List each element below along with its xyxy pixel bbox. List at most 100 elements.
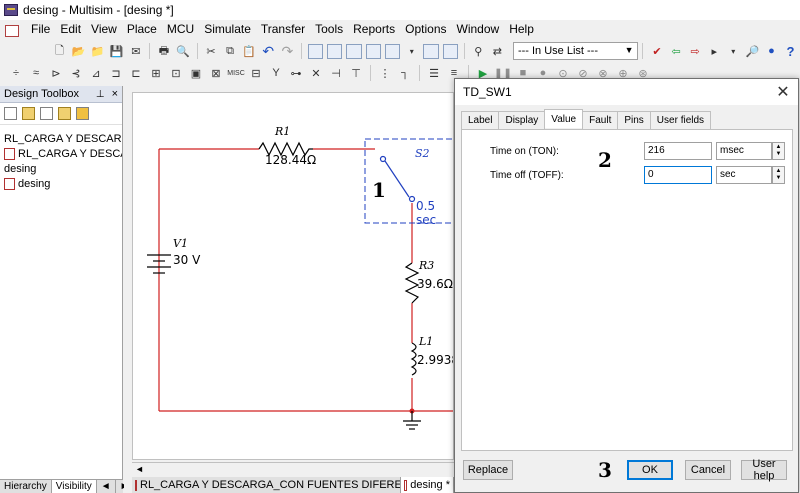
- folder-icon[interactable]: [58, 107, 71, 120]
- schematic-workspace[interactable]: R1 128.44Ω V1 30 V S2 0.5 sec R3 39.6Ω L…: [132, 92, 454, 460]
- tree-item-desing[interactable]: desing: [0, 161, 122, 176]
- tab-display[interactable]: Display: [498, 111, 546, 129]
- menu-window[interactable]: Window: [452, 20, 505, 39]
- misc-digital-icon[interactable]: ⊞: [147, 64, 165, 82]
- grapher-icon[interactable]: [384, 43, 401, 59]
- web-icon[interactable]: ●: [763, 42, 780, 60]
- time-on-input[interactable]: 216: [644, 142, 712, 160]
- redo-icon[interactable]: ↷: [279, 42, 296, 60]
- menu-simulate[interactable]: Simulate: [199, 20, 256, 39]
- menu-help[interactable]: Help: [504, 20, 539, 39]
- paste-icon[interactable]: 📋: [241, 42, 258, 60]
- tab-rl-carga[interactable]: RL_CARGA Y DESCARGA_CON FUENTES DIFERENT…: [132, 477, 402, 493]
- tab-visibility[interactable]: Visibility: [51, 480, 97, 493]
- help-button[interactable]: User help: [741, 458, 787, 482]
- menu-tools[interactable]: Tools: [310, 20, 348, 39]
- connector-icon[interactable]: ⊣: [327, 64, 345, 82]
- menu-mcu[interactable]: MCU: [162, 20, 199, 39]
- open-sample-icon[interactable]: 📁: [89, 42, 106, 60]
- close-icon[interactable]: ✕: [768, 82, 798, 102]
- in-use-list-select[interactable]: --- In Use List --- ▼: [512, 42, 639, 60]
- help-icon[interactable]: ?: [782, 42, 799, 60]
- tab-fault[interactable]: Fault: [582, 111, 619, 129]
- save-icon[interactable]: 💾: [108, 42, 125, 60]
- mcu-icon[interactable]: ⊤: [347, 64, 365, 82]
- cut-icon[interactable]: ✂: [202, 42, 219, 60]
- print-preview-icon[interactable]: 🔍: [174, 42, 191, 60]
- ttl-icon[interactable]: ⊐: [107, 64, 125, 82]
- dropdown-chevron-icon[interactable]: ▾: [403, 42, 420, 60]
- ok-button[interactable]: OK: [627, 460, 673, 480]
- ultiboard-icon[interactable]: ▸: [706, 42, 723, 60]
- pin-icon[interactable]: ⊥: [93, 89, 108, 100]
- horizontal-scrollbar[interactable]: ◄: [132, 462, 454, 476]
- print-icon[interactable]: 🖶: [155, 42, 172, 60]
- database-icon[interactable]: [346, 43, 362, 59]
- tab-scroll-left[interactable]: ◄: [97, 480, 116, 493]
- time-off-input[interactable]: 0: [644, 166, 712, 184]
- menu-transfer[interactable]: Transfer: [256, 20, 310, 39]
- menu-reports[interactable]: Reports: [348, 20, 400, 39]
- misc-icon[interactable]: MISC: [227, 64, 245, 82]
- spin-down-icon[interactable]: ▼: [776, 175, 782, 182]
- panel-splitter[interactable]: [124, 86, 132, 493]
- mail-icon[interactable]: ✉: [127, 42, 144, 60]
- tree-item-rl-carga-schematic[interactable]: RL_CARGA Y DESCAR: [0, 146, 122, 161]
- postprocessor-icon[interactable]: [442, 43, 458, 59]
- ni-component-icon[interactable]: ✕: [307, 64, 325, 82]
- grid-view-icon[interactable]: [307, 43, 324, 59]
- scroll-left-icon[interactable]: ◄: [135, 464, 144, 474]
- close-icon[interactable]: ×: [108, 88, 122, 100]
- tree-item-desing-schematic[interactable]: desing: [0, 176, 122, 191]
- menu-options[interactable]: Options: [400, 20, 451, 39]
- hierarchical-block-icon[interactable]: ⋮: [376, 64, 394, 82]
- component-list-icon[interactable]: ⚲: [470, 42, 487, 60]
- diode-icon[interactable]: ⊳: [47, 64, 65, 82]
- bus-icon[interactable]: ┐: [396, 64, 414, 82]
- open-folder-icon[interactable]: 📂: [70, 42, 87, 60]
- document-menu-icon[interactable]: [4, 23, 20, 37]
- back-annotate-icon[interactable]: ⇦: [668, 42, 685, 60]
- cmos-icon[interactable]: ⊏: [127, 64, 145, 82]
- tree-item-rl-carga[interactable]: RL_CARGA Y DESCARGA: [0, 131, 122, 146]
- indicator-icon[interactable]: ▣: [187, 64, 205, 82]
- electromechanical-icon[interactable]: ⊶: [287, 64, 305, 82]
- forward-annotate-icon[interactable]: ⇨: [687, 42, 704, 60]
- cancel-button[interactable]: Cancel: [685, 460, 731, 480]
- open-folder-icon[interactable]: [22, 107, 35, 120]
- dropdown-chevron-icon[interactable]: ▾: [725, 42, 742, 60]
- spin-up-icon[interactable]: ▲: [776, 144, 782, 151]
- menu-edit[interactable]: Edit: [55, 20, 86, 39]
- component-wizard-icon[interactable]: ⇄: [489, 42, 506, 60]
- time-off-unit-field[interactable]: sec: [716, 166, 772, 184]
- analog-icon[interactable]: ⊿: [87, 64, 105, 82]
- transistor-icon[interactable]: ⊰: [67, 64, 85, 82]
- save-icon[interactable]: [40, 107, 53, 120]
- breadboard-icon[interactable]: [423, 43, 439, 59]
- tab-label[interactable]: Label: [461, 111, 500, 129]
- time-off-unit-spinner[interactable]: ▲ ▼: [772, 166, 785, 184]
- tab-desing[interactable]: desing *: [401, 477, 454, 493]
- menu-view[interactable]: View: [86, 20, 122, 39]
- copy-icon[interactable]: ⧉: [222, 42, 239, 60]
- mixed-icon[interactable]: ⊡: [167, 64, 185, 82]
- tab-user-fields[interactable]: User fields: [649, 111, 712, 129]
- menu-file[interactable]: File: [26, 20, 55, 39]
- spreadsheet-icon[interactable]: [327, 43, 343, 59]
- spreadsheet-view-icon[interactable]: ☰: [425, 64, 443, 82]
- new-file-icon[interactable]: 🗋: [51, 42, 68, 60]
- tab-value[interactable]: Value: [544, 109, 584, 128]
- source-icon[interactable]: ÷: [7, 64, 25, 82]
- component-icon[interactable]: [365, 43, 381, 59]
- advanced-peripherals-icon[interactable]: ⊟: [247, 64, 265, 82]
- basic-icon[interactable]: ≈: [27, 64, 45, 82]
- tab-pins[interactable]: Pins: [617, 111, 651, 129]
- replace-button[interactable]: Replace: [463, 460, 513, 480]
- layer-icon[interactable]: [76, 107, 89, 120]
- menu-place[interactable]: Place: [122, 20, 162, 39]
- power-component-icon[interactable]: ⊠: [207, 64, 225, 82]
- rf-icon[interactable]: Y: [267, 64, 285, 82]
- spin-down-icon[interactable]: ▼: [776, 151, 782, 158]
- undo-icon[interactable]: ↶: [260, 42, 277, 60]
- tab-hierarchy[interactable]: Hierarchy: [0, 480, 52, 493]
